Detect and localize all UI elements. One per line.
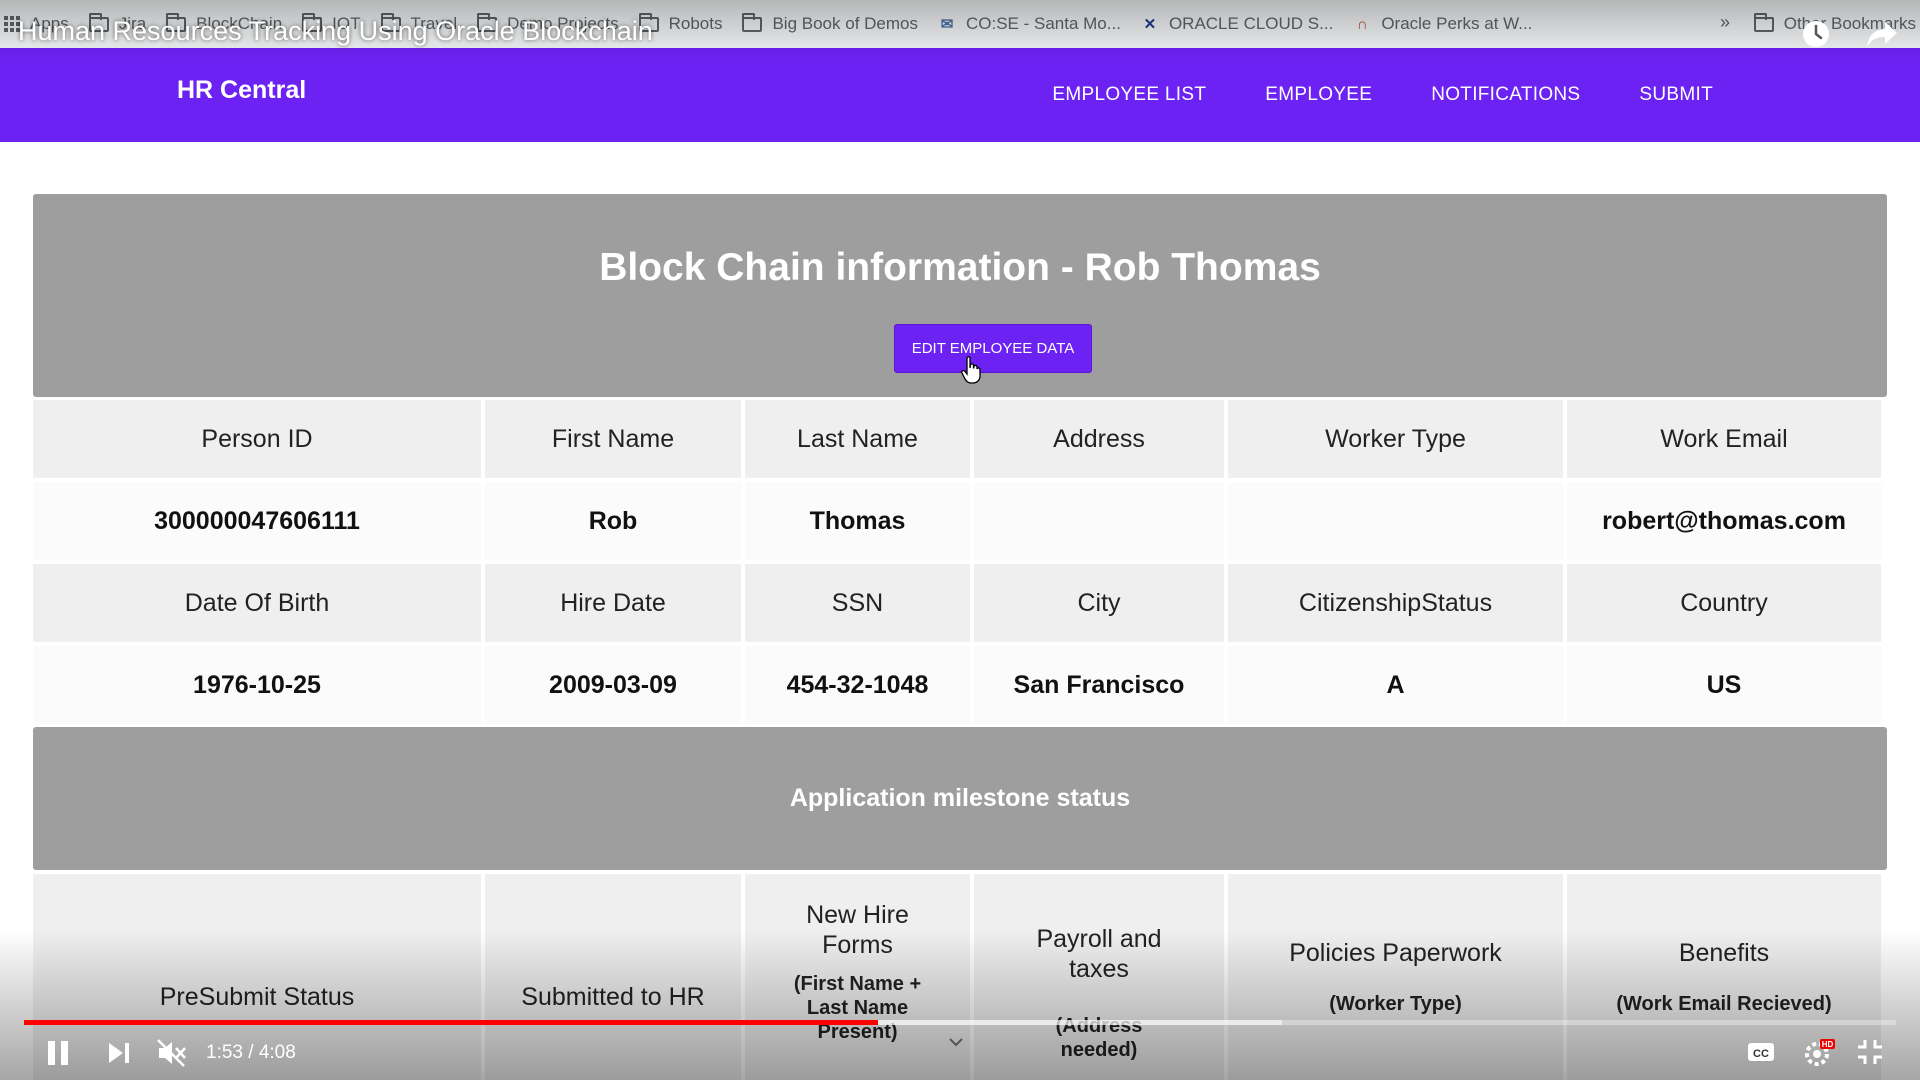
value-last-name: Thomas — [745, 482, 970, 560]
time-display: 1:53 / 4:08 — [206, 1042, 296, 1063]
header-first-name: First Name — [485, 400, 741, 478]
page-title: Block Chain information - Rob Thomas — [599, 246, 1321, 289]
bookmark-oracle-cloud[interactable]: ✕ ORACLE CLOUD S... — [1141, 14, 1334, 34]
header-city: City — [974, 564, 1224, 642]
header-last-name: Last Name — [745, 400, 970, 478]
value-hire-date: 2009-03-09 — [485, 646, 741, 724]
value-address — [974, 482, 1224, 560]
header-date-of-birth: Date Of Birth — [33, 564, 481, 642]
milestone-label: New Hire Forms — [806, 901, 909, 959]
milestone-label: Payroll and taxes — [1036, 925, 1162, 983]
share-icon[interactable] — [1866, 18, 1898, 50]
nav-links: EMPLOYEE LIST EMPLOYEE NOTIFICATIONS SUB… — [1052, 84, 1713, 106]
header-hire-date: Hire Date — [485, 564, 741, 642]
folder-icon — [1753, 12, 1774, 32]
header-address: Address — [974, 400, 1224, 478]
value-work-email: robert@thomas.com — [1567, 482, 1881, 560]
milestone-panel: Application milestone status — [33, 727, 1887, 870]
video-progress-bar[interactable] — [24, 1020, 1896, 1025]
pause-icon[interactable] — [46, 1038, 70, 1068]
table1-header-row: Person ID First Name Last Name Address W… — [33, 400, 1887, 478]
svg-text:HD: HD — [1822, 1040, 1834, 1049]
exit-fullscreen-icon[interactable] — [1856, 1038, 1884, 1066]
header-worker-type: Worker Type — [1228, 400, 1563, 478]
progress-played — [24, 1020, 878, 1025]
watch-later-icon[interactable] — [1800, 18, 1832, 50]
bookmark-big-book-of-demos[interactable]: Big Book of Demos — [742, 12, 918, 34]
blockchain-info-panel: Block Chain information - Rob Thomas EDI… — [33, 194, 1887, 397]
milestone-title: Application milestone status — [789, 784, 1131, 812]
value-worker-type — [1228, 482, 1563, 560]
milestone-requirement: (Work Email Recieved) — [1616, 993, 1832, 1015]
milestone-label: Benefits — [1678, 939, 1770, 967]
video-title[interactable]: Human Resources Tracking Using Oracle Bl… — [18, 16, 653, 47]
nav-employee-list[interactable]: EMPLOYEE LIST — [1052, 84, 1206, 106]
bookmark-label: Big Book of Demos — [772, 14, 918, 33]
hand-cursor-icon — [961, 356, 981, 384]
bookmarks-overflow-icon[interactable]: » — [1720, 12, 1730, 33]
milestone-label: PreSubmit Status — [159, 983, 355, 1011]
next-video-icon[interactable] — [106, 1038, 132, 1068]
edit-employee-data-button[interactable]: EDIT EMPLOYEE DATA — [894, 324, 1092, 373]
nav-employee[interactable]: EMPLOYEE — [1265, 84, 1372, 106]
header-work-email: Work Email — [1567, 400, 1881, 478]
value-country: US — [1567, 646, 1881, 724]
chat-icon: ✉ — [940, 16, 954, 33]
header-citizenship-status: CitizenshipStatus — [1228, 564, 1563, 642]
value-citizenship-status: A — [1228, 646, 1563, 724]
video-top-actions — [1800, 18, 1898, 50]
value-ssn: 454-32-1048 — [745, 646, 970, 724]
closed-captions-icon[interactable]: CC — [1746, 1038, 1776, 1066]
nav-submit[interactable]: SUBMIT — [1639, 84, 1713, 106]
table2-value-row: 1976-10-25 2009-03-09 454-32-1048 San Fr… — [33, 646, 1887, 724]
folder-icon — [742, 12, 763, 32]
bookmark-label: Robots — [668, 14, 723, 33]
bookmark-label: CO:SE - Santa Mo... — [965, 14, 1121, 33]
oracle-x-icon: ✕ — [1143, 16, 1157, 33]
header-person-id: Person ID — [33, 400, 481, 478]
value-person-id: 300000047606111 — [33, 482, 481, 560]
settings-gear-icon[interactable]: HD — [1802, 1038, 1836, 1068]
perks-icon: ∩ — [1356, 15, 1368, 33]
table1-value-row: 300000047606111 Rob Thomas robert@thomas… — [33, 482, 1887, 560]
header-country: Country — [1567, 564, 1881, 642]
bookmark-cose[interactable]: ✉ CO:SE - Santa Mo... — [938, 14, 1121, 34]
milestone-label: Policies Paperwork — [1289, 939, 1502, 967]
bookmark-label: ORACLE CLOUD S... — [1168, 14, 1334, 33]
value-first-name: Rob — [485, 482, 741, 560]
mute-icon[interactable] — [156, 1038, 188, 1068]
bookmark-oracle-perks[interactable]: ∩ Oracle Perks at W... — [1353, 14, 1533, 34]
milestone-requirement: (Worker Type) — [1329, 993, 1462, 1015]
top-navbar: HR Central EMPLOYEE LIST EMPLOYEE NOTIFI… — [0, 48, 1920, 142]
table2-header-row: Date Of Birth Hire Date SSN City Citizen… — [33, 564, 1887, 642]
nav-notifications[interactable]: NOTIFICATIONS — [1431, 84, 1580, 106]
header-ssn: SSN — [745, 564, 970, 642]
value-city: San Francisco — [974, 646, 1224, 724]
brand-logo[interactable]: HR Central — [177, 76, 306, 105]
svg-text:CC: CC — [1753, 1048, 1769, 1060]
milestone-label: Submitted to HR — [521, 983, 705, 1011]
bookmark-label: Oracle Perks at W... — [1381, 14, 1533, 33]
player-controls: 1:53 / 4:08 CC HD — [0, 1030, 1920, 1080]
value-date-of-birth: 1976-10-25 — [33, 646, 481, 724]
